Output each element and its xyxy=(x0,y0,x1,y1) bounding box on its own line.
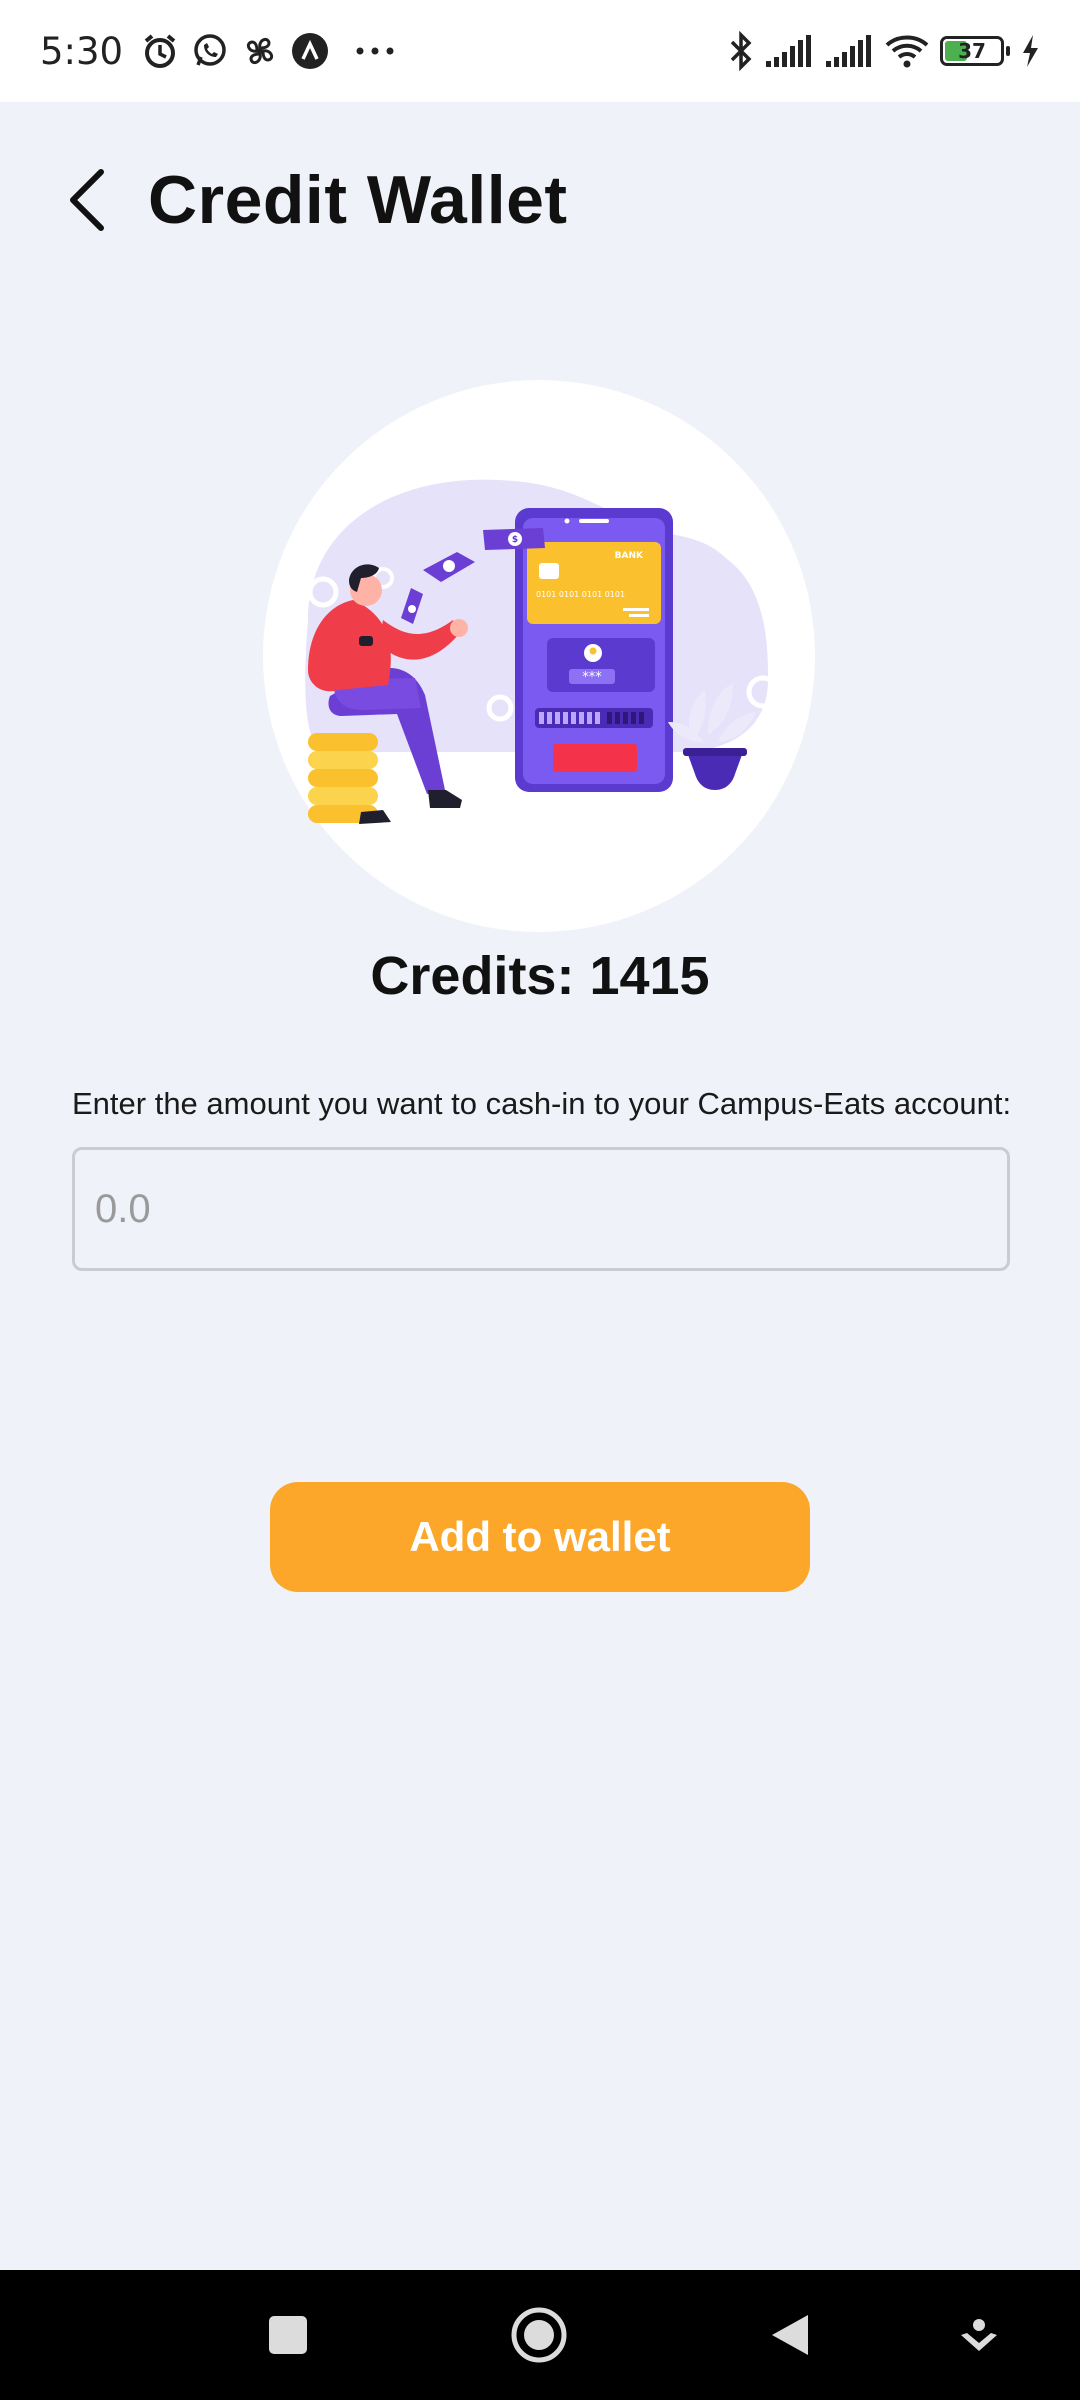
battery-icon: 37 xyxy=(940,36,1010,66)
back-nav-button[interactable] xyxy=(740,2285,840,2385)
coin-stack xyxy=(308,733,378,823)
phone-red-button xyxy=(553,744,637,772)
card-chip xyxy=(539,563,559,579)
header: Credit Wallet xyxy=(0,140,1080,260)
assistant-button[interactable] xyxy=(929,2285,1029,2385)
amount-input[interactable] xyxy=(72,1147,1010,1271)
whatsapp-icon xyxy=(191,32,229,70)
svg-text:$: $ xyxy=(512,535,518,545)
phone-speaker xyxy=(579,519,609,523)
more-dots-icon xyxy=(355,46,395,56)
home-circle-icon xyxy=(511,2307,567,2363)
back-arrow-icon xyxy=(70,169,104,231)
back-triangle-icon xyxy=(772,2315,808,2355)
recents-button[interactable] xyxy=(238,2285,338,2385)
alarm-icon xyxy=(141,32,179,70)
recents-square-icon xyxy=(269,2316,307,2354)
status-bar: 5:30 37 xyxy=(0,0,1080,102)
signal-icon xyxy=(764,33,814,69)
user-avatar-head xyxy=(589,647,597,655)
home-button[interactable] xyxy=(489,2285,589,2385)
card-line xyxy=(629,614,649,617)
back-button[interactable] xyxy=(28,140,148,260)
page-title: Credit Wallet xyxy=(148,162,568,238)
status-left: 5:30 xyxy=(40,30,395,73)
pin-text: *** xyxy=(582,670,602,685)
card-line xyxy=(623,608,649,611)
add-to-wallet-button[interactable]: Add to wallet xyxy=(270,1482,810,1592)
battery-level: 37 xyxy=(958,39,986,63)
phone-camera xyxy=(564,518,570,524)
status-right: 37 xyxy=(728,31,1040,71)
bluetooth-icon xyxy=(728,31,754,71)
assistant-icon xyxy=(961,2319,997,2351)
wifi-icon xyxy=(884,33,930,69)
app-icon xyxy=(291,32,329,70)
cash-in-instruction: Enter the amount you want to cash-in to … xyxy=(72,1086,1012,1121)
bank-card-label: BANK xyxy=(615,551,644,561)
credit-wallet-screen: 5:30 37 Credit Wallet BANK 0101 0101 010… xyxy=(0,0,1080,2400)
signal-icon xyxy=(824,33,874,69)
charging-icon xyxy=(1020,33,1040,69)
card-digits: 0101 0101 0101 0101 xyxy=(536,590,625,599)
wallet-illustration: BANK 0101 0101 0101 0101 *** $ xyxy=(263,380,815,932)
fan-icon xyxy=(241,32,279,70)
credits-balance: Credits: 1415 xyxy=(370,946,710,1006)
status-time: 5:30 xyxy=(40,29,124,73)
system-nav-bar xyxy=(0,2270,1080,2400)
